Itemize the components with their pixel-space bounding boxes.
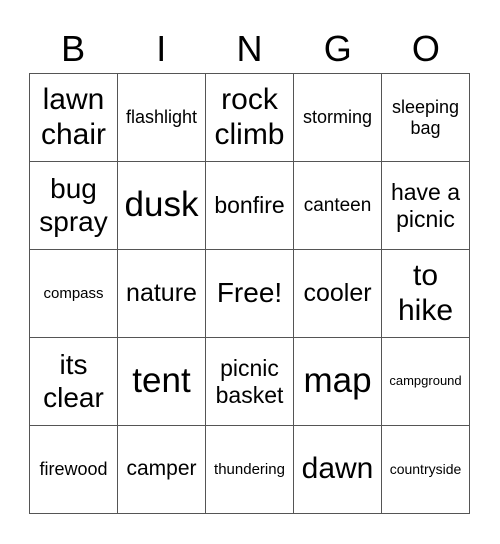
header-letter-b: B [61, 28, 86, 69]
bingo-cell[interactable]: bonfire [206, 162, 294, 250]
bingo-cell[interactable]: dusk [118, 162, 206, 250]
bingo-cell[interactable]: nature [118, 250, 206, 338]
bingo-grid: lawn chair flashlight rock climb stormin… [29, 73, 470, 514]
bingo-cell[interactable]: storming [294, 74, 382, 162]
bingo-cell[interactable]: compass [30, 250, 118, 338]
bingo-cell[interactable]: tent [118, 338, 206, 426]
header-letter-o: O [411, 28, 440, 69]
header-letter-g: G [323, 28, 352, 69]
header-letter-n: N [236, 28, 263, 69]
bingo-cell[interactable]: dawn [294, 426, 382, 514]
bingo-cell[interactable]: map [294, 338, 382, 426]
bingo-cell[interactable]: bug spray [30, 162, 118, 250]
bingo-cell[interactable]: sleeping bag [382, 74, 470, 162]
bingo-cell[interactable]: have a picnic [382, 162, 470, 250]
bingo-cell[interactable]: thundering [206, 426, 294, 514]
bingo-cell[interactable]: its clear [30, 338, 118, 426]
bingo-cell[interactable]: to hike [382, 250, 470, 338]
bingo-header: B I N G O [29, 26, 470, 72]
bingo-cell[interactable]: campground [382, 338, 470, 426]
bingo-cell[interactable]: camper [118, 426, 206, 514]
header-letter-i: I [156, 28, 167, 69]
bingo-cell[interactable]: flashlight [118, 74, 206, 162]
free-space-cell[interactable]: Free! [206, 250, 294, 338]
bingo-cell[interactable]: lawn chair [30, 74, 118, 162]
bingo-cell[interactable]: picnic basket [206, 338, 294, 426]
bingo-cell[interactable]: canteen [294, 162, 382, 250]
bingo-cell[interactable]: firewood [30, 426, 118, 514]
bingo-cell[interactable]: countryside [382, 426, 470, 514]
bingo-cell[interactable]: rock climb [206, 74, 294, 162]
bingo-cell[interactable]: cooler [294, 250, 382, 338]
